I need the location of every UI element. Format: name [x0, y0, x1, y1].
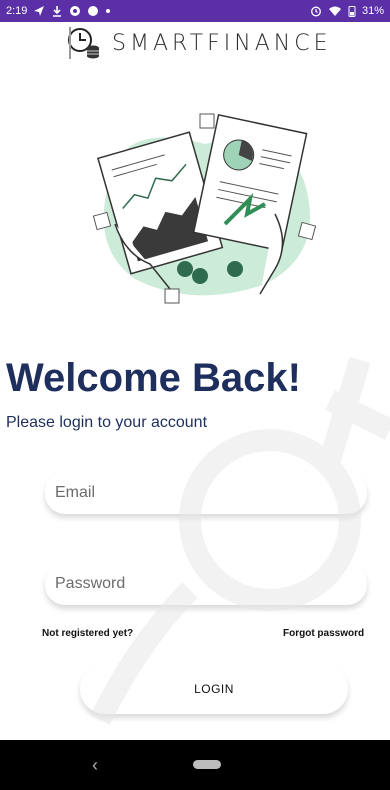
coins-clock-logo-icon	[68, 27, 99, 59]
brand-header: SMARTFINANCE	[66, 26, 332, 60]
not-registered-link[interactable]: Not registered yet?	[42, 628, 133, 639]
coin	[177, 261, 193, 277]
alarm-icon	[311, 6, 321, 17]
status-time: 2:19	[6, 5, 28, 17]
dot-icon	[106, 9, 111, 13]
password-field[interactable]	[45, 563, 367, 605]
forgot-password-link[interactable]: Forgot password	[283, 628, 364, 639]
back-icon[interactable]: ‹	[92, 755, 98, 776]
navigation-bar: ‹	[0, 740, 390, 790]
brand-name: SMARTFINANCE	[112, 30, 332, 56]
coin	[227, 261, 243, 277]
home-pill-icon[interactable]	[193, 760, 221, 769]
battery-level: 31%	[361, 5, 384, 17]
finance-illustration	[92, 113, 317, 304]
send-icon	[34, 6, 45, 16]
app-icon	[70, 6, 81, 16]
circle-icon	[88, 6, 99, 16]
coin	[192, 268, 208, 284]
battery-icon	[348, 6, 356, 17]
status-bar: 2:19 31%	[0, 0, 390, 22]
wifi-icon	[328, 6, 341, 16]
download-icon	[53, 6, 62, 17]
page-title: Welcome Back!	[6, 356, 301, 400]
login-button[interactable]: LOGIN	[80, 664, 348, 714]
page-subtitle: Please login to your account	[6, 414, 208, 431]
email-field[interactable]	[45, 472, 367, 514]
